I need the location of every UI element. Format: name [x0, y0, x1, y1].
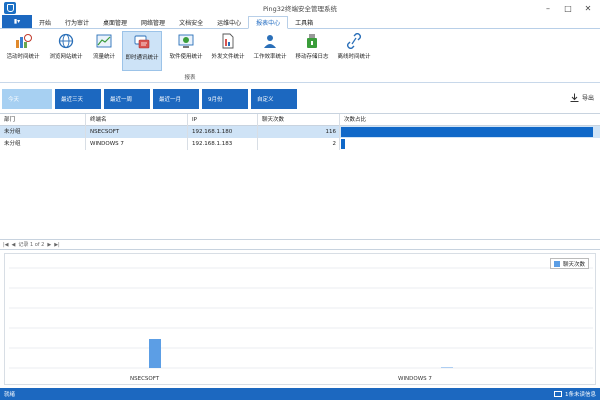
cell-dept: 未分组	[0, 126, 86, 138]
menu-bar: ▮▾ 开始 行为审计 桌面管理 网络管理 文档安全 运维中心 报表中心 工具箱	[0, 15, 600, 29]
data-grid: 部门 终端名 IP 聊天次数 次数占比 未分组 NSECSOFT 192.168…	[0, 113, 600, 241]
table-row[interactable]: 未分组 NSECSOFT 192.168.1.180 116	[0, 126, 600, 138]
cell-ratio	[340, 126, 600, 138]
cell-dept: 未分组	[0, 138, 86, 150]
tab-last-week[interactable]: 最近一周	[104, 89, 150, 109]
ribbon-label: 移动存储日志	[295, 54, 329, 60]
cell-count: 2	[258, 138, 340, 150]
cell-terminal: NSECSOFT	[86, 126, 188, 138]
menu-doc-security[interactable]: 文档安全	[172, 16, 210, 28]
im-chat-icon	[134, 35, 150, 49]
outgoing-file-button[interactable]: 外发文件统计	[208, 31, 248, 71]
traffic-chart-icon	[96, 34, 112, 48]
globe-icon	[58, 33, 74, 49]
chart-plot	[9, 267, 593, 369]
ribbon-group-label: 报表	[184, 75, 196, 81]
grid-header: 部门 终端名 IP 聊天次数 次数占比	[0, 114, 600, 126]
ribbon-label: 浏览网站统计	[49, 54, 83, 60]
status-text: 就绪	[4, 392, 16, 398]
ribbon-label: 外发文件统计	[211, 54, 245, 60]
ribbon-label: 工作效率统计	[253, 54, 287, 60]
software-icon	[178, 34, 194, 48]
cell-terminal: WINDOWS 7	[86, 138, 188, 150]
export-icon	[570, 93, 579, 102]
time-range-bar: 今天 最近三天 最近一周 最近一月 9月份 自定义 导出	[0, 87, 600, 111]
unread-messages[interactable]: 1条未读信息	[554, 390, 596, 398]
cell-ip: 192.168.1.183	[188, 138, 258, 150]
menu-ops-center[interactable]: 运维中心	[210, 16, 248, 28]
cell-ip: 192.168.1.180	[188, 126, 258, 138]
tab-today[interactable]: 今天	[2, 89, 52, 109]
traffic-stats-button[interactable]: 流量统计	[90, 31, 118, 71]
offline-time-button[interactable]: 离线时间统计	[334, 31, 374, 71]
col-header-terminal[interactable]: 终端名	[86, 114, 188, 126]
outgoing-file-icon	[222, 33, 234, 49]
ratio-bar	[341, 139, 345, 149]
legend-swatch	[553, 260, 560, 267]
activity-time-icon	[16, 34, 32, 48]
legend-label: 聊天次数	[562, 261, 585, 268]
minimize-icon[interactable]: –	[538, 0, 558, 16]
tab-custom[interactable]: 自定义	[251, 89, 297, 109]
work-efficiency-icon	[264, 35, 276, 48]
offline-time-icon	[347, 33, 361, 49]
col-header-ip[interactable]: IP	[188, 114, 258, 126]
cell-count: 116	[258, 126, 340, 138]
unread-count: 1条未读信息	[565, 392, 596, 398]
menu-toolbox[interactable]: 工具箱	[288, 16, 320, 28]
ratio-bar	[341, 127, 593, 137]
chart-legend: 聊天次数	[549, 258, 589, 269]
chat-count-chart: 聊天次数 NSECSOFT WINDOWS 7	[4, 253, 596, 385]
tab-last-month[interactable]: 最近一月	[153, 89, 199, 109]
export-label: 导出	[581, 95, 594, 102]
tab-last-three-days[interactable]: 最近三天	[55, 89, 101, 109]
tab-september[interactable]: 9月份	[202, 89, 248, 109]
chart-bar	[441, 367, 453, 368]
work-efficiency-button[interactable]: 工作效率统计	[250, 31, 290, 71]
col-header-ratio[interactable]: 次数占比	[340, 114, 600, 126]
file-menu-button[interactable]: ▮▾	[2, 15, 32, 28]
ribbon: 活动时间统计 浏览网站统计 流量统计 即时通讯统计 软件使用统计 外发文件统计 …	[0, 29, 600, 83]
x-tick-label: NSECSOFT	[130, 376, 160, 382]
export-button[interactable]: 导出	[570, 93, 594, 102]
menu-desktop-mgmt[interactable]: 桌面管理	[96, 16, 134, 28]
menu-report-center[interactable]: 报表中心	[248, 16, 289, 29]
col-header-dept[interactable]: 部门	[0, 114, 86, 126]
x-tick-label: WINDOWS 7	[398, 376, 432, 382]
window-title: Ping32终端安全管理系统	[262, 5, 338, 13]
cell-ratio	[340, 138, 600, 150]
activity-time-button[interactable]: 活动时间统计	[4, 31, 42, 71]
usb-storage-log-button[interactable]: 移动存储日志	[292, 31, 332, 71]
prev-page-icon[interactable]: ◀	[12, 242, 16, 248]
close-icon[interactable]: ✕	[578, 0, 598, 16]
menu-start[interactable]: 开始	[32, 16, 58, 28]
first-page-icon[interactable]: |◀	[3, 242, 9, 248]
record-pager: |◀ ◀ 记录 1 of 2 ▶ ▶|	[0, 239, 600, 250]
mail-icon	[554, 391, 562, 397]
ribbon-label: 离线时间统计	[337, 54, 371, 60]
menu-network-mgmt[interactable]: 网络管理	[134, 16, 172, 28]
ribbon-label: 流量统计	[92, 54, 115, 60]
table-row[interactable]: 未分组 WINDOWS 7 192.168.1.183 2	[0, 138, 600, 150]
title-bar: Ping32终端安全管理系统 – □ ✕	[0, 0, 600, 16]
chart-bar	[149, 339, 161, 368]
menu-behavior-audit[interactable]: 行为审计	[58, 16, 96, 28]
next-page-icon[interactable]: ▶	[47, 242, 51, 248]
record-counter: 记录 1 of 2	[18, 242, 45, 248]
col-header-chat-count[interactable]: 聊天次数	[258, 114, 340, 126]
app-shield-icon	[4, 2, 16, 14]
browse-sites-button[interactable]: 浏览网站统计	[46, 31, 86, 71]
last-page-icon[interactable]: ▶|	[54, 242, 60, 248]
im-stats-button[interactable]: 即时通讯统计	[122, 31, 162, 71]
software-usage-button[interactable]: 软件使用统计	[166, 31, 206, 71]
ribbon-label: 活动时间统计	[6, 54, 40, 60]
maximize-icon[interactable]: □	[558, 0, 578, 16]
ribbon-label: 软件使用统计	[169, 54, 203, 60]
usb-storage-icon	[307, 34, 317, 48]
status-bar: 就绪 1条未读信息	[0, 388, 600, 400]
ribbon-label: 即时通讯统计	[125, 55, 159, 61]
